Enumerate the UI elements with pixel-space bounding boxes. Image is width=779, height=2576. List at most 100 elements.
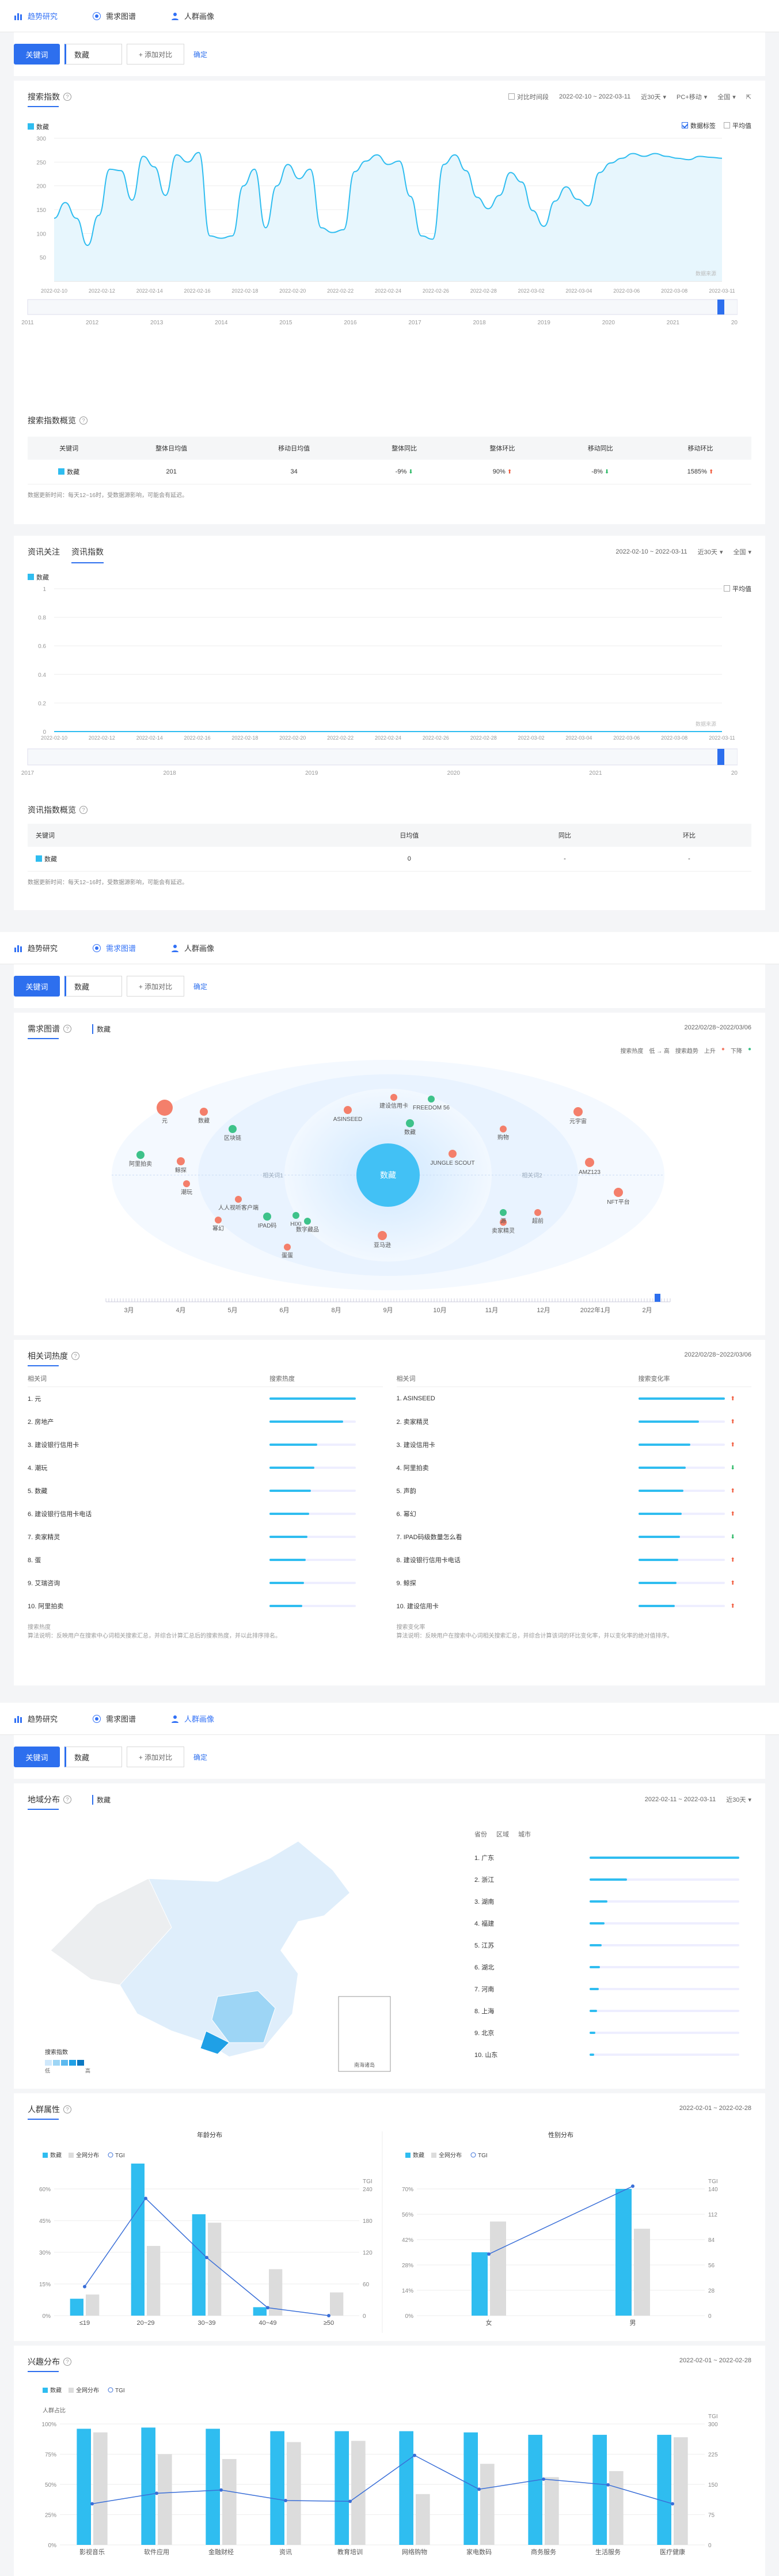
help-icon[interactable]: ? (63, 93, 71, 101)
list-item[interactable]: 6. 幂幻 ⬆ (397, 1502, 752, 1525)
device-select[interactable]: PC+移动 ▾ (677, 92, 707, 101)
list-item[interactable]: 3. 建设银行信用卡 (28, 1433, 383, 1456)
list-item[interactable]: 3. 湖南 (474, 1891, 751, 1912)
demand-node[interactable] (200, 1108, 208, 1116)
related-date[interactable]: 2022/02/28~2022/03/06 (684, 1351, 751, 1358)
help-icon[interactable]: ? (71, 1352, 79, 1360)
demand-node[interactable] (292, 1212, 299, 1219)
help-icon[interactable]: ? (63, 2358, 71, 2366)
tab-city[interactable]: 城市 (518, 1829, 531, 1847)
demand-node[interactable] (500, 1126, 507, 1132)
demand-node[interactable] (406, 1119, 414, 1127)
list-item[interactable]: 9. 北京 (474, 2022, 751, 2044)
legend-item[interactable]: 数藏 (28, 122, 751, 131)
tab-info-index[interactable]: 资讯指数 (71, 546, 104, 563)
list-item[interactable]: 9. 艾瑞咨询 (28, 1571, 383, 1594)
geo-period-select[interactable]: 近30天 ▾ (726, 1795, 751, 1804)
demand-node[interactable] (157, 1100, 173, 1116)
crowd-date[interactable]: 2022-02-01 ~ 2022-02-28 (679, 2105, 751, 2112)
demand-node[interactable] (229, 1125, 237, 1133)
geo-date[interactable]: 2022-02-11 ~ 2022-03-11 (645, 1796, 716, 1803)
demand-node[interactable] (449, 1150, 457, 1158)
list-item[interactable]: 7. IPAD码级数量怎么看 ⬇ (397, 1525, 752, 1548)
list-item[interactable]: 3. 建设信用卡 ⬆ (397, 1433, 752, 1456)
demand-node[interactable] (573, 1107, 583, 1116)
help-icon[interactable]: ? (63, 2105, 71, 2113)
keyword-tab[interactable]: 关键词 (14, 44, 60, 65)
export-icon[interactable]: ⇱ (746, 93, 751, 101)
tab-region[interactable]: 区域 (496, 1829, 509, 1847)
list-item[interactable]: 5. 数藏 (28, 1479, 383, 1502)
list-item[interactable]: 7. 河南 (474, 1978, 751, 2000)
list-item[interactable]: 2. 浙江 (474, 1869, 751, 1891)
list-item[interactable]: 8. 建设银行信用卡电话 ⬆ (397, 1548, 752, 1571)
keyword-input[interactable]: 数藏 (64, 44, 122, 65)
list-item[interactable]: 4. 福建 (474, 1912, 751, 1934)
list-item[interactable]: 10. 阿里拍卖 (28, 1594, 383, 1617)
info-period-select[interactable]: 近30天 ▾ (698, 547, 723, 556)
china-map[interactable]: 南海诸岛 搜索指数低 高 (28, 1824, 396, 2077)
demand-node[interactable] (183, 1180, 190, 1187)
list-item[interactable]: 6. 建设银行信用卡电话 (28, 1502, 383, 1525)
demand-node[interactable] (304, 1218, 311, 1225)
nav-crowd[interactable]: 人群画像 (170, 1713, 214, 1724)
list-item[interactable]: 8. 蛋 (28, 1548, 383, 1571)
demand-node[interactable] (177, 1157, 185, 1165)
help-icon[interactable]: ? (63, 1795, 71, 1804)
confirm-button[interactable]: 确定 (193, 50, 207, 59)
confirm-button[interactable]: 确定 (193, 982, 207, 991)
list-item[interactable]: 8. 上海 (474, 2000, 751, 2022)
nav-trend[interactable]: 趋势研究 (14, 10, 58, 21)
nav-demand[interactable]: 需求图谱 (92, 942, 136, 953)
list-item[interactable]: 10. 山东 (474, 2044, 751, 2066)
demand-node[interactable] (585, 1158, 594, 1167)
list-item[interactable]: 4. 阿里拍卖 ⬇ (397, 1456, 752, 1479)
nav-trend[interactable]: 趋势研究 (14, 1713, 58, 1724)
interest-date[interactable]: 2022-02-01 ~ 2022-02-28 (679, 2357, 751, 2364)
tab-info-focus[interactable]: 资讯关注 (28, 546, 60, 563)
info-average-toggle[interactable]: 平均值 (724, 584, 751, 593)
list-item[interactable]: 2. 房地产 (28, 1410, 383, 1433)
demand-node[interactable] (284, 1244, 291, 1251)
keyword-tab[interactable]: 关键词 (14, 1747, 60, 1767)
list-item[interactable]: 9. 鲸探 ⬆ (397, 1571, 752, 1594)
keyword-tab[interactable]: 关键词 (14, 976, 60, 997)
help-icon[interactable]: ? (79, 416, 88, 425)
nav-demand[interactable]: 需求图谱 (92, 10, 136, 21)
data-label-toggle[interactable]: 数据标签 (682, 121, 716, 130)
demand-node[interactable] (534, 1209, 541, 1216)
add-compare-button[interactable]: + 添加对比 (127, 44, 184, 65)
region-select[interactable]: 全国 ▾ (717, 92, 736, 101)
list-item[interactable]: 4. 潮玩 (28, 1456, 383, 1479)
period-select[interactable]: 近30天 ▾ (641, 92, 666, 101)
list-item[interactable]: 1. 广东 (474, 1847, 751, 1869)
list-item[interactable]: 10. 建设信用卡 ⬆ (397, 1594, 752, 1617)
keyword-input[interactable]: 数藏 (64, 1747, 122, 1767)
list-item[interactable]: 6. 湖北 (474, 1956, 751, 1978)
date-range[interactable]: 2022-02-10 ~ 2022-03-11 (559, 93, 630, 100)
list-item[interactable]: 2. 卖家精灵 ⬆ (397, 1410, 752, 1433)
info-date-range[interactable]: 2022-02-10 ~ 2022-03-11 (615, 548, 687, 555)
demand-node[interactable] (390, 1094, 397, 1101)
list-item[interactable]: 7. 卖家精灵 (28, 1525, 383, 1548)
average-toggle[interactable]: 平均值 (724, 121, 751, 130)
demand-node[interactable] (136, 1151, 145, 1159)
demand-node[interactable] (500, 1209, 507, 1216)
tab-province[interactable]: 省份 (474, 1829, 487, 1847)
nav-crowd[interactable]: 人群画像 (170, 942, 214, 953)
keyword-input[interactable]: 数藏 (64, 976, 122, 997)
demand-node[interactable] (215, 1217, 222, 1223)
demand-date[interactable]: 2022/02/28~2022/03/06 (684, 1024, 751, 1031)
confirm-button[interactable]: 确定 (193, 1752, 207, 1762)
demand-node[interactable] (344, 1106, 352, 1114)
help-icon[interactable]: ? (79, 806, 88, 814)
nav-demand[interactable]: 需求图谱 (92, 1713, 136, 1724)
list-item[interactable]: 5. 声韵 ⬆ (397, 1479, 752, 1502)
demand-node[interactable] (428, 1096, 435, 1103)
demand-node[interactable] (235, 1196, 242, 1203)
demand-node[interactable] (263, 1213, 271, 1221)
info-region-select[interactable]: 全国 ▾ (733, 547, 751, 556)
add-compare-button[interactable]: + 添加对比 (127, 1747, 184, 1767)
nav-crowd[interactable]: 人群画像 (170, 10, 214, 21)
demand-node[interactable] (614, 1188, 623, 1197)
